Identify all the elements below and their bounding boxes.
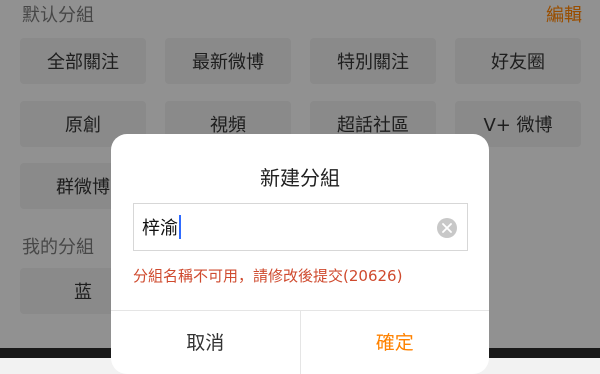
new-group-dialog: 新建分組 梓渝 分組名稱不可用，請修改後提交(20626) 取消 確定: [111, 134, 489, 374]
confirm-button[interactable]: 確定: [301, 311, 490, 374]
text-caret: [179, 215, 181, 239]
dialog-button-row: 取消 確定: [111, 310, 489, 374]
group-name-input[interactable]: 梓渝: [133, 203, 468, 251]
dialog-title: 新建分組: [260, 166, 340, 190]
clear-icon[interactable]: [437, 218, 457, 238]
cancel-button[interactable]: 取消: [111, 311, 301, 374]
group-name-value: 梓渝: [142, 218, 178, 239]
error-message: 分組名稱不可用，請修改後提交(20626): [133, 267, 403, 285]
